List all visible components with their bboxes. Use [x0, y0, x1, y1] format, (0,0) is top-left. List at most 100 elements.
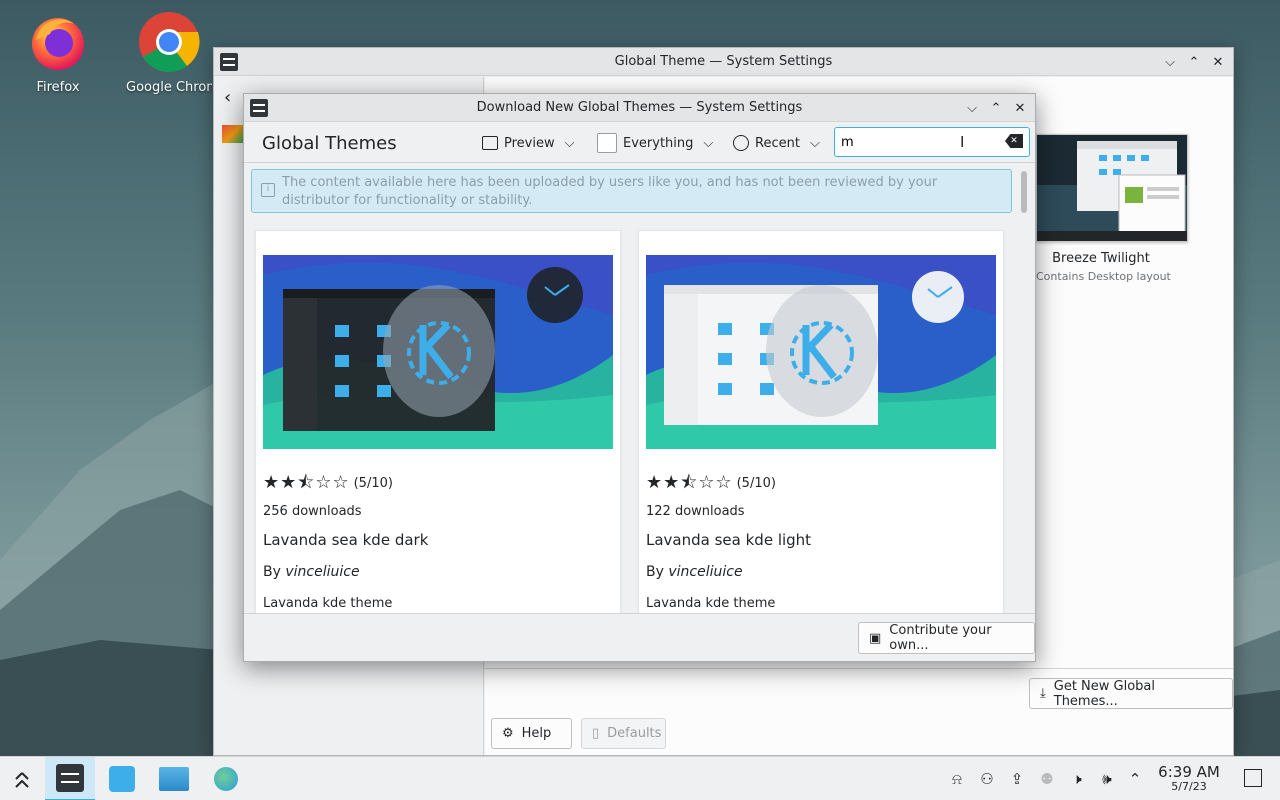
sort-dropdown[interactable]: Recent ⌵ — [733, 132, 820, 154]
search-input[interactable] — [841, 134, 991, 150]
notice-text: The content available here has been uplo… — [282, 175, 938, 208]
content-warning-notice: i The content available here has been up… — [251, 169, 1012, 213]
text-cursor-icon: I — [960, 133, 965, 151]
breeze-twilight-preview[interactable] — [1036, 134, 1188, 242]
update-icon[interactable]: ⇪ — [1007, 769, 1027, 789]
star-full-icon: ★ — [663, 472, 680, 493]
button-label: Defaults — [607, 726, 662, 741]
dropdown-label: Everything — [623, 135, 694, 151]
theme-preview-image — [646, 255, 996, 449]
user-icon[interactable]: ⚇ — [977, 769, 997, 789]
download-dialog: Download New Global Themes — System Sett… — [243, 93, 1036, 662]
dialog-title: Download New Global Themes — System Sett… — [476, 100, 803, 115]
folder-icon — [159, 767, 189, 791]
star-half-icon: ⯪ — [297, 472, 315, 493]
star-full-icon: ★ — [280, 472, 297, 493]
star-empty-icon: ☆ — [698, 472, 715, 493]
rating-text: (5/10) — [736, 475, 776, 491]
author-name[interactable]: vinceliuice — [668, 564, 742, 580]
maximize-button[interactable]: ⌃ — [1185, 53, 1203, 71]
divider — [485, 668, 1233, 669]
network-icon[interactable]: ⚉ — [1037, 769, 1057, 789]
theme-author: By vinceliuice — [646, 564, 743, 580]
settings-app-icon — [56, 764, 84, 792]
download-count: 122 downloads — [646, 504, 745, 519]
clear-text-icon[interactable]: ✕ — [1005, 134, 1023, 148]
image-icon — [482, 136, 498, 150]
defaults-icon: ▯ — [592, 726, 600, 741]
chevron-down-icon: ⌵ — [703, 135, 714, 151]
audio-muted-icon[interactable]: 🕨 — [1067, 769, 1087, 789]
chevron-down-icon: ⌵ — [809, 135, 820, 151]
close-button[interactable]: ✕ — [1209, 53, 1227, 71]
star-empty-icon: ☆ — [332, 472, 349, 493]
desktop-icon-label: Firefox — [36, 80, 80, 95]
filter-dropdown[interactable]: Everything ⌵ — [597, 132, 713, 154]
download-icon: ⤓ — [1040, 686, 1046, 701]
dialog-heading: Global Themes — [262, 133, 397, 154]
task-browser[interactable] — [202, 757, 250, 800]
notifications-icon[interactable]: ⍾ — [947, 769, 967, 789]
dialog-footer: ▣ Contribute your own... — [244, 613, 1035, 661]
upload-image-icon: ▣ — [869, 630, 882, 646]
star-full-icon: ★ — [263, 472, 280, 493]
rating: ★ ★ ⯪ ☆ ☆ (5/10) — [646, 474, 776, 492]
volume-icon[interactable]: 🕪 — [1097, 769, 1117, 789]
firefox-icon — [26, 10, 90, 74]
taskbar: ⍾ ⚇ ⇪ ⚉ 🕨 🕪 ⌃ 6:39 AM 5/7/23 — [0, 756, 1280, 800]
help-button[interactable]: ⚙ Help — [491, 718, 572, 749]
discover-icon — [109, 766, 135, 792]
dialog-titlebar[interactable]: Download New Global Themes — System Sett… — [244, 94, 1035, 122]
clock-date: 5/7/23 — [1171, 780, 1207, 793]
desktop-icon-firefox[interactable]: Firefox — [10, 10, 106, 95]
theme-description: Lavanda kde theme — [263, 596, 393, 611]
task-discover[interactable] — [98, 757, 146, 800]
theme-name[interactable]: Lavanda sea kde dark — [263, 531, 428, 549]
close-button[interactable]: ✕ — [1011, 99, 1029, 117]
back-arrow-icon[interactable]: ‹ — [224, 87, 231, 108]
theme-card[interactable]: ★ ★ ⯪ ☆ ☆ (5/10) 256 downloads Lavanda s… — [255, 230, 621, 614]
breeze-twilight-name: Breeze Twilight — [1052, 251, 1150, 266]
contribute-button[interactable]: ▣ Contribute your own... — [858, 622, 1035, 654]
star-full-icon: ★ — [646, 472, 663, 493]
theme-name[interactable]: Lavanda sea kde light — [646, 531, 811, 549]
get-new-global-themes-button[interactable]: ⤓ Get New Global Themes... — [1029, 678, 1233, 709]
author-name[interactable]: vinceliuice — [285, 564, 359, 580]
maximize-button[interactable]: ⌃ — [987, 99, 1005, 117]
theme-author: By vinceliuice — [263, 564, 360, 580]
download-count: 256 downloads — [263, 504, 362, 519]
defaults-button[interactable]: ▯ Defaults — [581, 718, 666, 749]
preview-dropdown[interactable]: Preview ⌵ — [482, 132, 574, 154]
chrome-icon — [137, 10, 201, 74]
star-empty-icon: ☆ — [715, 472, 732, 493]
help-icon: ⚙ — [502, 726, 514, 741]
minimize-button[interactable]: ⌵ — [963, 99, 981, 117]
titlebar[interactable]: Global Theme — System Settings ⌵ ⌃ ✕ — [214, 48, 1233, 76]
launcher-icon — [15, 772, 29, 788]
task-system-settings[interactable] — [45, 757, 95, 800]
desktop-icon-chrome[interactable]: Google Chrome — [126, 10, 212, 95]
show-desktop-icon[interactable] — [1244, 769, 1262, 787]
minimize-button[interactable]: ⌵ — [1161, 53, 1179, 71]
clock[interactable]: 6:39 AM 5/7/23 — [1150, 764, 1228, 794]
app-launcher-button[interactable] — [0, 757, 48, 800]
by-label: By — [646, 564, 664, 580]
themes-grid: ★ ★ ⯪ ☆ ☆ (5/10) 256 downloads Lavanda s… — [244, 222, 1024, 614]
task-file-manager[interactable] — [150, 757, 198, 800]
scrollbar[interactable] — [1021, 171, 1027, 213]
checkbox-icon — [597, 133, 617, 153]
desktop-icon-label: Google Chrome — [126, 80, 212, 95]
clock-icon — [733, 135, 749, 151]
global-theme-sidebar-icon[interactable] — [222, 125, 244, 143]
theme-description: Lavanda kde theme — [646, 596, 776, 611]
breeze-twilight-subtitle: Contains Desktop layout — [1036, 270, 1171, 283]
star-half-icon: ⯪ — [680, 472, 698, 493]
globe-icon — [214, 767, 238, 791]
info-icon: i — [261, 183, 275, 197]
by-label: By — [263, 564, 281, 580]
theme-card[interactable]: ★ ★ ⯪ ☆ ☆ (5/10) 122 downloads Lavanda s… — [638, 230, 1004, 614]
search-field[interactable]: I ✕ — [834, 127, 1030, 157]
dropdown-label: Recent — [755, 135, 800, 151]
chevron-up-icon[interactable]: ⌃ — [1125, 769, 1145, 789]
star-empty-icon: ☆ — [315, 472, 332, 493]
